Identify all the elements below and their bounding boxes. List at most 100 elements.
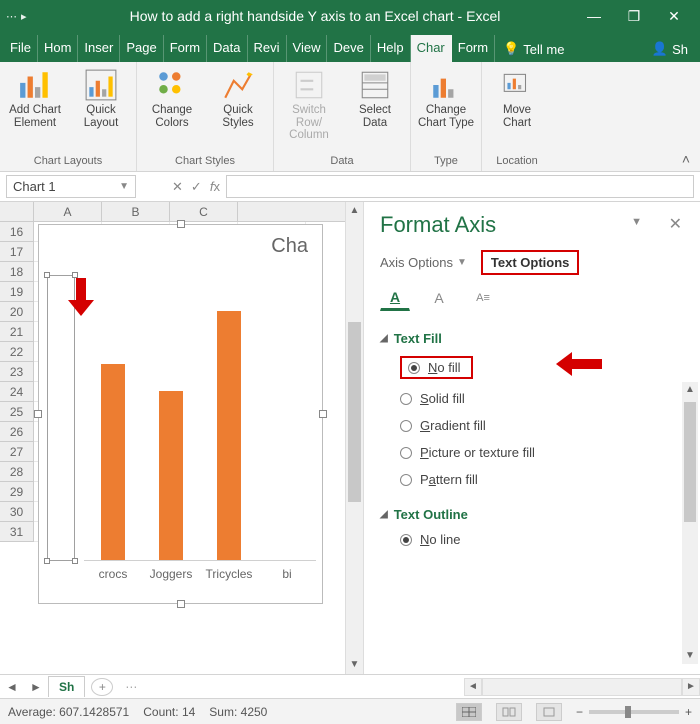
- row-header[interactable]: 26: [0, 422, 34, 442]
- radio-solid-fill[interactable]: Solid fill: [380, 385, 692, 412]
- row-header[interactable]: 19: [0, 282, 34, 302]
- view-page-break-button[interactable]: [536, 703, 562, 721]
- select-data-button[interactable]: Select Data: [346, 66, 404, 129]
- pane-scrollbar[interactable]: ▲ ▼: [682, 382, 698, 664]
- change-colors-button[interactable]: Change Colors: [143, 66, 201, 129]
- scroll-right-icon[interactable]: ►: [682, 678, 700, 696]
- quick-layout-button[interactable]: Quick Layout: [72, 66, 130, 129]
- text-effects-icon[interactable]: A: [424, 285, 454, 311]
- sheet-tab-more[interactable]: ⋯: [125, 680, 137, 694]
- chevron-down-icon[interactable]: ▼: [119, 181, 129, 192]
- row-header[interactable]: 18: [0, 262, 34, 282]
- text-options-tab[interactable]: Text Options: [481, 250, 579, 275]
- chart-bar[interactable]: [217, 311, 240, 560]
- tab-page[interactable]: Page: [120, 35, 163, 62]
- tab-formulas[interactable]: Form: [164, 35, 207, 62]
- tell-me[interactable]: 💡 Tell me: [495, 36, 572, 62]
- row-header[interactable]: 22: [0, 342, 34, 362]
- row-header[interactable]: 20: [0, 302, 34, 322]
- fx-icon[interactable]: fx: [210, 179, 220, 194]
- row-header[interactable]: 29: [0, 482, 34, 502]
- zoom-control[interactable]: − +: [576, 705, 692, 719]
- radio-picture-fill[interactable]: Picture or texture fill: [380, 439, 692, 466]
- enter-formula-icon[interactable]: ✓: [191, 179, 202, 195]
- scroll-left-icon[interactable]: ◄: [464, 678, 482, 696]
- scrollbar-track[interactable]: [482, 678, 682, 696]
- close-pane-button[interactable]: ✕: [669, 214, 682, 234]
- worksheet[interactable]: A B C 16171819202122232425262728293031 C…: [0, 202, 345, 674]
- row-header[interactable]: 31: [0, 522, 34, 542]
- radio-pattern-fill[interactable]: Pattern fill: [380, 466, 692, 493]
- chart-bar[interactable]: [159, 391, 182, 560]
- resize-handle[interactable]: [177, 220, 185, 228]
- row-header[interactable]: 27: [0, 442, 34, 462]
- tab-view[interactable]: View: [287, 35, 328, 62]
- scroll-up-icon[interactable]: ▲: [346, 202, 363, 220]
- scrollbar-thumb[interactable]: [348, 322, 361, 502]
- add-chart-element-button[interactable]: Add Chart Element: [6, 66, 64, 129]
- zoom-slider[interactable]: [589, 710, 679, 714]
- resize-handle[interactable]: [319, 410, 327, 418]
- resize-handle[interactable]: [177, 600, 185, 608]
- embedded-chart[interactable]: Cha crocs Joggers Tricycles bi: [38, 224, 323, 604]
- plot-area[interactable]: [84, 275, 316, 561]
- textbox-icon[interactable]: A≡: [468, 285, 498, 311]
- collapse-ribbon-button[interactable]: ˄: [672, 147, 700, 171]
- row-header[interactable]: 25: [0, 402, 34, 422]
- scroll-down-icon[interactable]: ▼: [682, 648, 698, 664]
- vertical-scrollbar[interactable]: ▲ ▼: [345, 202, 363, 674]
- selected-y-axis[interactable]: [47, 275, 75, 561]
- chart-title[interactable]: Cha: [39, 225, 322, 258]
- column-header[interactable]: B: [102, 202, 170, 221]
- radio-no-line[interactable]: No line: [380, 526, 692, 553]
- text-fill-outline-icon[interactable]: A: [380, 285, 410, 311]
- close-button[interactable]: ✕: [654, 0, 694, 32]
- text-outline-header[interactable]: ◢ Text Outline: [380, 503, 692, 526]
- qat-chevron-icon[interactable]: ▸: [21, 10, 27, 23]
- scroll-down-icon[interactable]: ▼: [346, 656, 363, 674]
- zoom-out-button[interactable]: −: [576, 705, 583, 719]
- scroll-up-icon[interactable]: ▲: [682, 382, 698, 398]
- add-sheet-button[interactable]: +: [91, 678, 113, 696]
- minimize-button[interactable]: —: [574, 0, 614, 32]
- formula-input[interactable]: [226, 175, 694, 198]
- qat-more-icon[interactable]: ⋯: [6, 10, 17, 23]
- sheet-tab[interactable]: Sh: [48, 676, 85, 697]
- horizontal-scrollbar[interactable]: ◄ ►: [137, 678, 700, 696]
- row-header[interactable]: 23: [0, 362, 34, 382]
- axis-options-tab[interactable]: Axis Options ▼: [380, 255, 467, 270]
- tab-format[interactable]: Form: [452, 35, 495, 62]
- pane-menu-icon[interactable]: ▼: [631, 216, 642, 228]
- restore-button[interactable]: ❐: [614, 0, 654, 32]
- column-header[interactable]: A: [34, 202, 102, 221]
- tab-review[interactable]: Revi: [248, 35, 287, 62]
- share-button[interactable]: 👤 Sh: [644, 36, 696, 62]
- tab-home[interactable]: Hom: [38, 35, 78, 62]
- chart-bar[interactable]: [101, 364, 124, 560]
- row-header[interactable]: 30: [0, 502, 34, 522]
- tab-file[interactable]: File: [4, 35, 38, 62]
- tab-insert[interactable]: Inser: [78, 35, 120, 62]
- sheet-nav-next[interactable]: ►: [24, 680, 48, 694]
- tab-developer[interactable]: Deve: [327, 35, 370, 62]
- move-chart-button[interactable]: Move Chart: [488, 66, 546, 129]
- radio-gradient-fill[interactable]: Gradient fill: [380, 412, 692, 439]
- row-header[interactable]: 16: [0, 222, 34, 242]
- sheet-nav-prev[interactable]: ◄: [0, 680, 24, 694]
- view-page-layout-button[interactable]: [496, 703, 522, 721]
- row-header[interactable]: 21: [0, 322, 34, 342]
- tab-chart-design[interactable]: Char: [411, 35, 452, 62]
- select-all-corner[interactable]: [0, 202, 34, 221]
- zoom-in-button[interactable]: +: [685, 705, 692, 719]
- tab-help[interactable]: Help: [371, 35, 411, 62]
- change-chart-type-button[interactable]: Change Chart Type: [417, 66, 475, 129]
- name-box[interactable]: Chart 1 ▼: [6, 175, 136, 198]
- row-header[interactable]: 28: [0, 462, 34, 482]
- view-normal-button[interactable]: [456, 703, 482, 721]
- radio-no-fill[interactable]: No fill: [380, 350, 692, 385]
- row-header[interactable]: 17: [0, 242, 34, 262]
- row-header[interactable]: 24: [0, 382, 34, 402]
- resize-handle[interactable]: [34, 410, 42, 418]
- tab-data[interactable]: Data: [207, 35, 247, 62]
- column-header[interactable]: C: [170, 202, 238, 221]
